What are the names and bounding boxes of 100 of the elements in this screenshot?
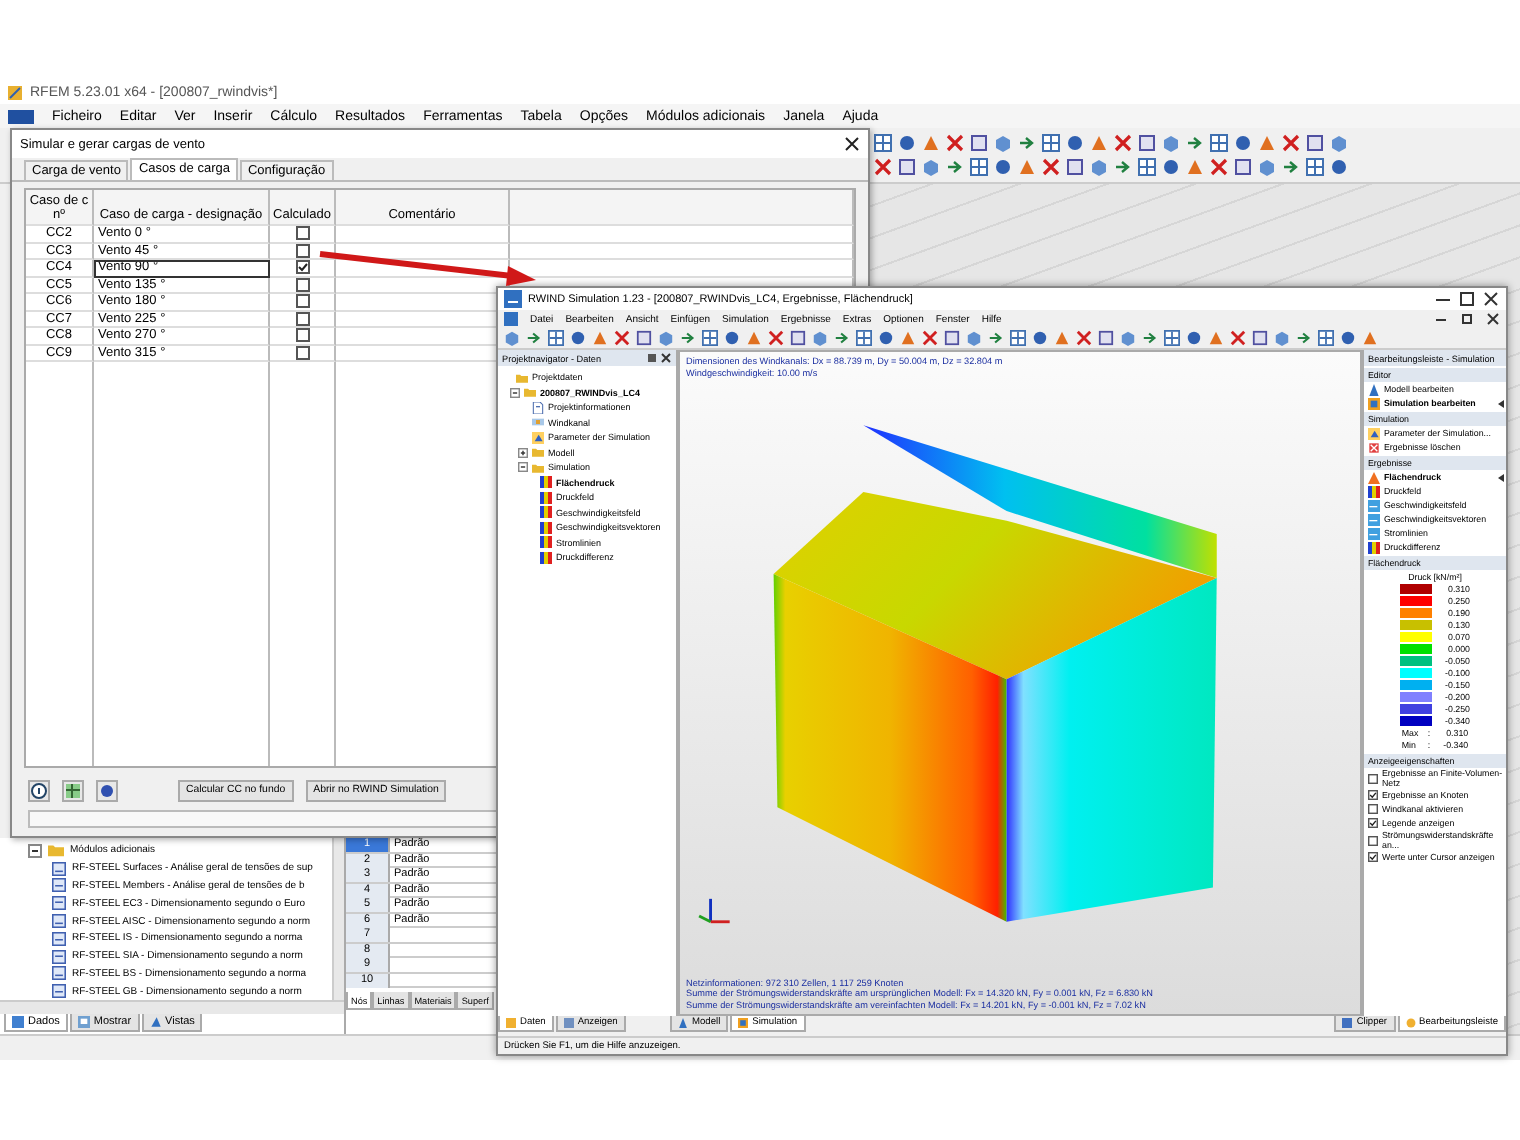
circle-icon[interactable] [724, 330, 740, 346]
checkbox[interactable] [295, 294, 309, 309]
arrow-icon[interactable] [1018, 134, 1036, 152]
cube-icon[interactable] [658, 330, 674, 346]
cube-icon[interactable] [994, 134, 1012, 152]
triangle-icon[interactable] [922, 134, 940, 152]
close-icon[interactable] [1486, 312, 1500, 326]
checkbox[interactable] [295, 277, 309, 292]
cross-icon[interactable] [1114, 134, 1132, 152]
grid-icon[interactable] [1138, 158, 1156, 176]
arrow-icon[interactable] [946, 158, 964, 176]
cross-icon[interactable] [922, 330, 938, 346]
grid-icon[interactable] [1042, 134, 1060, 152]
circle-icon[interactable] [1330, 158, 1348, 176]
checkbox[interactable] [295, 260, 309, 275]
arrow-icon[interactable] [988, 330, 1004, 346]
checkbox[interactable] [295, 243, 309, 258]
square-icon[interactable] [636, 330, 652, 346]
cross-icon[interactable] [768, 330, 784, 346]
cube-icon[interactable] [504, 330, 520, 346]
circle-icon[interactable] [1340, 330, 1356, 346]
cross-icon[interactable] [614, 330, 630, 346]
checkbox[interactable] [1368, 835, 1378, 845]
square-icon[interactable] [898, 158, 916, 176]
circle-icon[interactable] [898, 134, 916, 152]
grid-icon[interactable] [702, 330, 718, 346]
square-icon[interactable] [944, 330, 960, 346]
cross-icon[interactable] [1042, 158, 1060, 176]
square-icon[interactable] [1138, 134, 1156, 152]
square-icon[interactable] [1098, 330, 1114, 346]
grid-icon[interactable] [1306, 158, 1324, 176]
arrow-icon[interactable] [680, 330, 696, 346]
circle-icon[interactable] [878, 330, 894, 346]
restore-icon[interactable] [1460, 312, 1474, 326]
maximize-icon[interactable] [1458, 290, 1476, 308]
app-menu-icon[interactable] [8, 107, 34, 125]
grid-icon[interactable] [874, 134, 892, 152]
circle-icon[interactable] [570, 330, 586, 346]
checkbox[interactable] [1368, 818, 1378, 828]
grid-icon[interactable] [856, 330, 872, 346]
arrow-icon[interactable] [834, 330, 850, 346]
grid-icon[interactable] [1010, 330, 1026, 346]
arrow-icon[interactable] [1282, 158, 1300, 176]
square-icon[interactable] [1234, 158, 1252, 176]
triangle-icon[interactable] [900, 330, 916, 346]
grid-icon[interactable] [548, 330, 564, 346]
circle-icon[interactable] [1162, 158, 1180, 176]
checkbox[interactable] [295, 328, 309, 343]
checkbox[interactable] [1368, 804, 1378, 814]
checkbox[interactable] [295, 311, 309, 326]
cross-icon[interactable] [874, 158, 892, 176]
triangle-icon[interactable] [1186, 158, 1204, 176]
cube-icon[interactable] [1162, 134, 1180, 152]
circle-icon[interactable] [1234, 134, 1252, 152]
circle-icon[interactable] [994, 158, 1012, 176]
triangle-icon[interactable] [1362, 330, 1378, 346]
square-icon[interactable] [1306, 134, 1324, 152]
triangle-icon[interactable] [1018, 158, 1036, 176]
collapse-icon[interactable] [28, 843, 42, 858]
triangle-icon[interactable] [1054, 330, 1070, 346]
cross-icon[interactable] [1282, 134, 1300, 152]
arrow-icon[interactable] [526, 330, 542, 346]
cube-icon[interactable] [1258, 158, 1276, 176]
cross-icon[interactable] [1230, 330, 1246, 346]
triangle-icon[interactable] [746, 330, 762, 346]
pin-icon[interactable] [646, 352, 658, 364]
icon-button[interactable] [62, 779, 84, 801]
checkbox[interactable] [1368, 852, 1378, 862]
square-icon[interactable] [790, 330, 806, 346]
arrow-icon[interactable] [1186, 134, 1204, 152]
arrow-icon[interactable] [1296, 330, 1312, 346]
checkbox[interactable] [295, 226, 309, 241]
grid-icon[interactable] [1164, 330, 1180, 346]
cube-icon[interactable] [1274, 330, 1290, 346]
cube-icon[interactable] [966, 330, 982, 346]
circle-icon[interactable] [1066, 134, 1084, 152]
circle-icon[interactable] [1032, 330, 1048, 346]
triangle-icon[interactable] [592, 330, 608, 346]
arrow-icon[interactable] [1114, 158, 1132, 176]
cube-icon[interactable] [1120, 330, 1136, 346]
checkbox[interactable] [1368, 790, 1378, 800]
cross-icon[interactable] [946, 134, 964, 152]
close-icon[interactable] [1482, 290, 1500, 308]
square-icon[interactable] [1252, 330, 1268, 346]
circle-icon[interactable] [1186, 330, 1202, 346]
cube-icon[interactable] [1090, 158, 1108, 176]
close-icon[interactable] [844, 136, 860, 152]
icon-button[interactable] [28, 779, 50, 801]
expand-icon[interactable] [518, 447, 528, 458]
grid-icon[interactable] [1210, 134, 1228, 152]
checkbox[interactable] [295, 345, 309, 360]
cube-icon[interactable] [922, 158, 940, 176]
square-icon[interactable] [1066, 158, 1084, 176]
triangle-icon[interactable] [1258, 134, 1276, 152]
cube-icon[interactable] [1330, 134, 1348, 152]
cube-icon[interactable] [812, 330, 828, 346]
square-icon[interactable] [970, 134, 988, 152]
grid-icon[interactable] [1318, 330, 1334, 346]
triangle-icon[interactable] [1090, 134, 1108, 152]
cross-icon[interactable] [1210, 158, 1228, 176]
